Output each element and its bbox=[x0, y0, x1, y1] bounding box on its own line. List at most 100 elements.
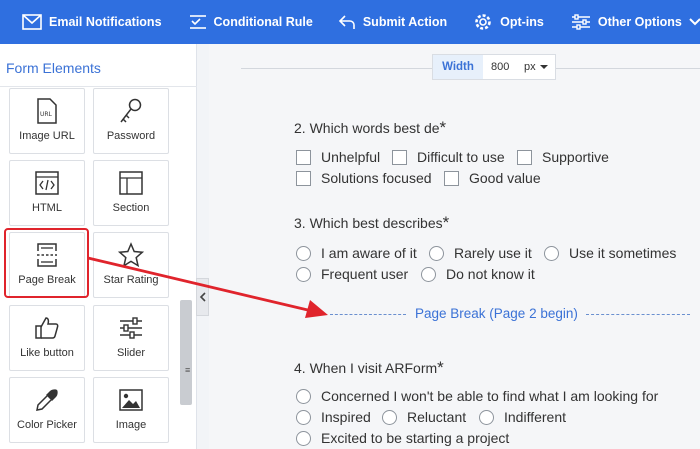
option-label: Difficult to use bbox=[417, 149, 505, 165]
option-label: Use it sometimes bbox=[569, 245, 677, 261]
radio[interactable] bbox=[421, 266, 436, 282]
q2-option[interactable]: Difficult to use bbox=[392, 149, 505, 165]
element-tile-image-url[interactable]: URL Image URL bbox=[9, 88, 85, 154]
email-notifications-button[interactable]: Email Notifications bbox=[22, 0, 162, 44]
question-2-title[interactable]: 2. Which words best de* bbox=[294, 118, 446, 138]
key-icon bbox=[119, 92, 143, 130]
radio[interactable] bbox=[296, 409, 311, 425]
radio[interactable] bbox=[479, 409, 494, 425]
page-break-highlight bbox=[4, 228, 89, 298]
envelope-icon bbox=[22, 14, 42, 30]
option-label: Solutions focused bbox=[321, 170, 432, 186]
thumbs-up-icon bbox=[35, 309, 59, 347]
option-label: Excited to be starting a project bbox=[321, 430, 510, 446]
q4-option[interactable]: Reluctant bbox=[382, 409, 466, 425]
required-mark: * bbox=[437, 358, 444, 377]
q2-option[interactable]: Solutions focused bbox=[296, 170, 432, 186]
option-label: Indifferent bbox=[504, 409, 567, 425]
star-icon bbox=[118, 236, 144, 274]
image-url-icon: URL bbox=[37, 92, 57, 130]
radio[interactable] bbox=[544, 245, 559, 261]
other-options-button[interactable]: Other Options bbox=[571, 0, 700, 44]
q4-option[interactable]: Excited to be starting a project bbox=[296, 430, 509, 446]
slider-icon bbox=[119, 309, 143, 347]
opt-ins-button[interactable]: Opt-ins bbox=[473, 0, 544, 44]
tile-label: Like button bbox=[20, 347, 74, 359]
question-label: 3. Which best describes bbox=[294, 215, 443, 231]
element-tile-color-picker[interactable]: Color Picker bbox=[9, 377, 85, 443]
q4-option[interactable]: Indifferent bbox=[479, 409, 566, 425]
tile-label: Color Picker bbox=[17, 419, 77, 431]
tile-label: Star Rating bbox=[103, 274, 159, 286]
checkbox[interactable] bbox=[517, 149, 532, 165]
checkbox[interactable] bbox=[296, 149, 311, 165]
svg-text:URL: URL bbox=[40, 111, 53, 118]
checkbox[interactable] bbox=[392, 149, 407, 165]
tile-label: Image URL bbox=[19, 130, 75, 142]
code-icon bbox=[35, 164, 59, 202]
q2-option[interactable]: Unhelpful bbox=[296, 149, 380, 165]
option-label: Inspired bbox=[321, 409, 371, 425]
q3-option[interactable]: Use it sometimes bbox=[544, 245, 676, 261]
page-break-divider-left bbox=[330, 314, 406, 315]
option-label: I am aware of it bbox=[321, 245, 417, 261]
conditional-rule-button[interactable]: Conditional Rule bbox=[189, 0, 313, 44]
option-label: Frequent user bbox=[321, 266, 409, 282]
tile-label: HTML bbox=[32, 202, 62, 214]
q3-option[interactable]: Rarely use it bbox=[429, 245, 532, 261]
element-tile-like-button[interactable]: Like button bbox=[9, 305, 85, 371]
question-label: 2. Which words best de bbox=[294, 120, 440, 136]
q3-option[interactable]: I am aware of it bbox=[296, 245, 417, 261]
radio[interactable] bbox=[382, 409, 397, 425]
element-tile-image[interactable]: Image bbox=[93, 377, 169, 443]
width-input[interactable]: 800 bbox=[483, 55, 521, 79]
element-tile-password[interactable]: Password bbox=[93, 88, 169, 154]
collapse-panel-button[interactable] bbox=[196, 278, 209, 316]
option-label: Reluctant bbox=[407, 409, 467, 425]
element-tile-slider[interactable]: Slider bbox=[93, 305, 169, 371]
q4-option[interactable]: Concerned I won't be able to find what I… bbox=[296, 388, 658, 404]
width-unit-select[interactable]: px bbox=[521, 55, 555, 79]
radio[interactable] bbox=[296, 388, 311, 404]
q3-option[interactable]: Do not know it bbox=[421, 266, 535, 282]
radio[interactable] bbox=[296, 266, 311, 282]
panel-divider bbox=[0, 86, 197, 87]
other-options-label: Other Options bbox=[597, 15, 682, 29]
q4-option[interactable]: Inspired bbox=[296, 409, 371, 425]
caret-down-icon bbox=[539, 65, 548, 69]
element-tile-star-rating[interactable]: Star Rating bbox=[93, 232, 169, 298]
q2-option[interactable]: Good value bbox=[444, 170, 541, 186]
sliders-icon bbox=[571, 14, 590, 30]
checklist-icon bbox=[189, 15, 206, 29]
option-label: Rarely use it bbox=[454, 245, 532, 261]
required-mark: * bbox=[442, 213, 450, 232]
width-unit-label: px bbox=[524, 61, 536, 73]
question-label: 4. When I visit ARForm bbox=[294, 360, 438, 376]
tile-label: Password bbox=[106, 130, 156, 142]
page-break-label[interactable]: Page Break (Page 2 begin) bbox=[415, 306, 578, 321]
page-break-divider-right bbox=[586, 314, 690, 315]
chevron-down-icon bbox=[689, 18, 700, 26]
element-tile-section[interactable]: Section bbox=[93, 160, 169, 226]
checkbox[interactable] bbox=[296, 170, 311, 186]
checkbox[interactable] bbox=[444, 170, 459, 186]
chevron-left-icon bbox=[199, 292, 206, 302]
element-tile-html[interactable]: HTML bbox=[9, 160, 85, 226]
question-4-title[interactable]: 4. When I visit ARForm* bbox=[294, 358, 444, 378]
email-notifications-label: Email Notifications bbox=[49, 15, 162, 29]
radio[interactable] bbox=[296, 245, 311, 261]
q2-option[interactable]: Supportive bbox=[517, 149, 609, 165]
option-label: Do not know it bbox=[446, 266, 535, 282]
radio[interactable] bbox=[429, 245, 444, 261]
width-control: Width 800 px bbox=[432, 54, 556, 80]
panel-scrollbar[interactable] bbox=[180, 300, 192, 405]
option-label: Good value bbox=[469, 170, 541, 186]
question-3-title[interactable]: 3. Which best describes* bbox=[294, 213, 449, 233]
option-label: Unhelpful bbox=[321, 149, 381, 165]
required-mark: * bbox=[439, 118, 447, 137]
tile-label: Slider bbox=[116, 347, 146, 359]
tile-label: Image bbox=[115, 419, 147, 431]
submit-action-button[interactable]: Submit Action bbox=[338, 0, 447, 44]
radio[interactable] bbox=[296, 430, 311, 446]
q3-option[interactable]: Frequent user bbox=[296, 266, 408, 282]
